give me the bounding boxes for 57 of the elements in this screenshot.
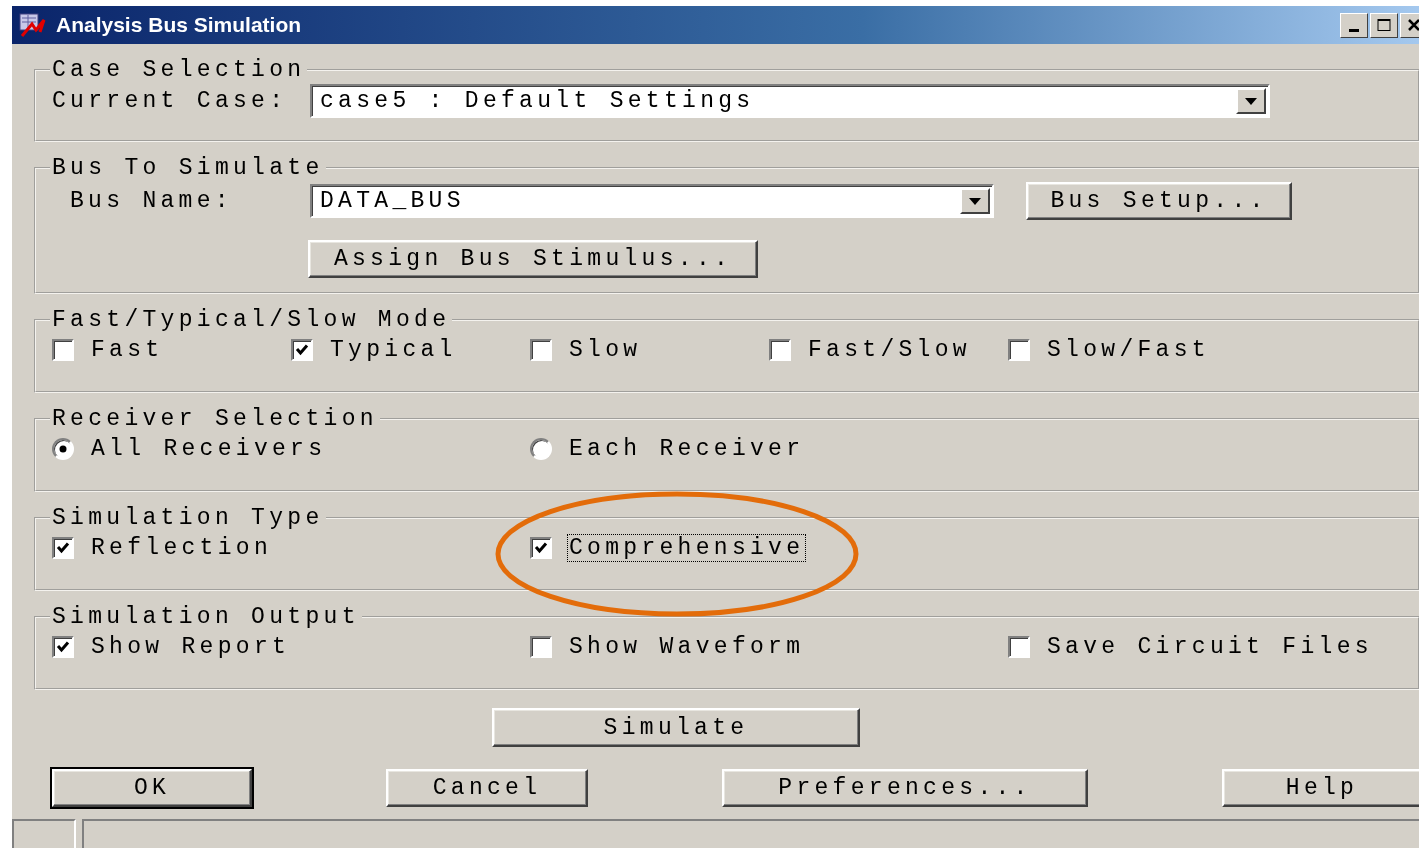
checkmark-icon (295, 343, 309, 357)
group-title: Receiver Selection (51, 406, 379, 432)
minimize-button[interactable] (1340, 12, 1368, 38)
field-label: Bus Name: (69, 188, 234, 214)
app-icon (18, 12, 48, 38)
checkbox[interactable] (530, 636, 552, 658)
checkbox[interactable] (530, 339, 552, 361)
checkbox-label: Comprehensive (568, 535, 806, 561)
checkmark-icon (56, 640, 70, 654)
bus-setup-button[interactable]: Bus Setup... (1026, 182, 1292, 220)
dropdown[interactable]: case5 : Default Settings (310, 84, 1270, 118)
checkbox-label: Save Circuit Files (1046, 634, 1374, 660)
checkbox-label: Fast (90, 337, 165, 363)
checkbox[interactable] (1008, 339, 1030, 361)
field-label: Current Case: (52, 88, 289, 114)
checkbox-label: Show Waveform (568, 634, 806, 660)
checkbox-label: Slow (568, 337, 643, 363)
checkbox[interactable] (1008, 636, 1030, 658)
close-icon (1407, 18, 1419, 32)
radio-button[interactable] (52, 438, 74, 460)
checkbox[interactable] (530, 537, 552, 559)
dialog-button[interactable]: Preferences... (722, 769, 1088, 807)
checkbox[interactable] (52, 636, 74, 658)
checkmark-icon (534, 541, 548, 555)
checkbox[interactable] (769, 339, 791, 361)
checkbox-label: Slow/Fast (1046, 337, 1211, 363)
checkbox-label: Reflection (90, 535, 274, 561)
radio-dot-icon (59, 445, 67, 453)
caret-icon (969, 197, 981, 205)
checkbox-label: Typical (329, 337, 458, 363)
group-title: Simulation Output (51, 604, 361, 630)
minimize-icon (1349, 28, 1359, 32)
checkbox[interactable] (52, 537, 74, 559)
maximize-button[interactable] (1370, 12, 1398, 38)
caret-icon (1245, 97, 1257, 105)
radio-label: All Receivers (90, 436, 328, 462)
checkbox[interactable] (52, 339, 74, 361)
checkbox[interactable] (291, 339, 313, 361)
group-title: Bus To Simulate (51, 155, 325, 181)
checkbox-label: Fast/Slow (807, 337, 972, 363)
checkbox-label: Show Report (90, 634, 292, 660)
group-title: Fast/Typical/Slow Mode (51, 307, 452, 333)
simulate-button[interactable]: Simulate (492, 708, 860, 747)
dialog-button[interactable]: OK (52, 769, 252, 807)
dialog-button[interactable]: Help (1222, 769, 1419, 807)
dialog-button[interactable]: Cancel (386, 769, 588, 807)
status-panel (12, 819, 76, 848)
checkmark-icon (56, 541, 70, 555)
radio-button[interactable] (530, 438, 552, 460)
maximize-icon (1376, 18, 1392, 32)
close-button[interactable] (1400, 12, 1419, 38)
group-title: Case Selection (51, 57, 307, 83)
window-title: Analysis Bus Simulation (56, 13, 303, 37)
group-title: Simulation Type (51, 505, 325, 531)
radio-label: Each Receiver (568, 436, 806, 462)
assign-stimulus-button[interactable]: Assign Bus Stimulus... (308, 240, 758, 278)
dropdown[interactable]: DATA_BUS (310, 184, 994, 218)
